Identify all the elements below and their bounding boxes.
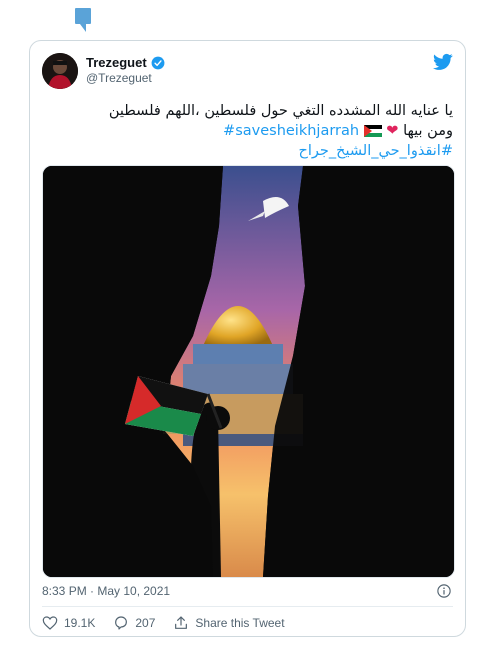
heart-icon — [42, 616, 58, 630]
tweet-text-line-2-text: ومن بيها — [403, 123, 453, 139]
palestine-flag-icon — [363, 125, 382, 137]
red-heart-icon: ❤ — [386, 123, 399, 139]
reply-count: 207 — [135, 616, 156, 630]
share-action[interactable]: Share this Tweet — [173, 615, 285, 631]
notification-bubble-icon — [75, 8, 91, 32]
tweet-text-line-2: ومن بيها ❤ #savesheikhjarrah — [42, 121, 453, 141]
divider — [42, 606, 453, 607]
hashtag-arabic[interactable]: #انقذوا_حي_الشيخ_جراح — [42, 141, 453, 161]
tweet-text: يا عنايه الله المشدده التغي حول فلسطين ،… — [42, 101, 453, 161]
like-count: 19.1K — [64, 616, 96, 630]
author-name-row[interactable]: Trezeguet — [86, 55, 165, 70]
tweet-timestamp[interactable]: 8:33 PM · May 10, 2021 — [42, 584, 170, 598]
tweet-text-line-1: يا عنايه الله المشدده التغي حول فلسطين ،… — [108, 103, 453, 119]
tweet-media-image[interactable] — [42, 165, 455, 578]
like-action[interactable]: 19.1K — [42, 615, 95, 631]
author-name[interactable]: Trezeguet — [86, 55, 147, 70]
info-icon[interactable] — [437, 584, 451, 598]
tweet-actions: 19.1K 207 Share this Tweet — [42, 615, 303, 631]
hashtag-savesheikhjarrah[interactable]: #savesheikhjarrah — [223, 123, 359, 139]
verified-icon — [151, 56, 165, 70]
reply-icon — [115, 616, 128, 630]
avatar[interactable] — [42, 53, 78, 89]
reply-action[interactable]: 207 — [113, 615, 155, 631]
tweet-card[interactable]: Trezeguet @Trezeguet يا عنايه الله المشد… — [29, 40, 466, 637]
twitter-bird-icon[interactable] — [433, 53, 453, 71]
author-handle[interactable]: @Trezeguet — [86, 71, 152, 85]
share-icon — [175, 616, 188, 629]
share-label: Share this Tweet — [195, 616, 285, 630]
